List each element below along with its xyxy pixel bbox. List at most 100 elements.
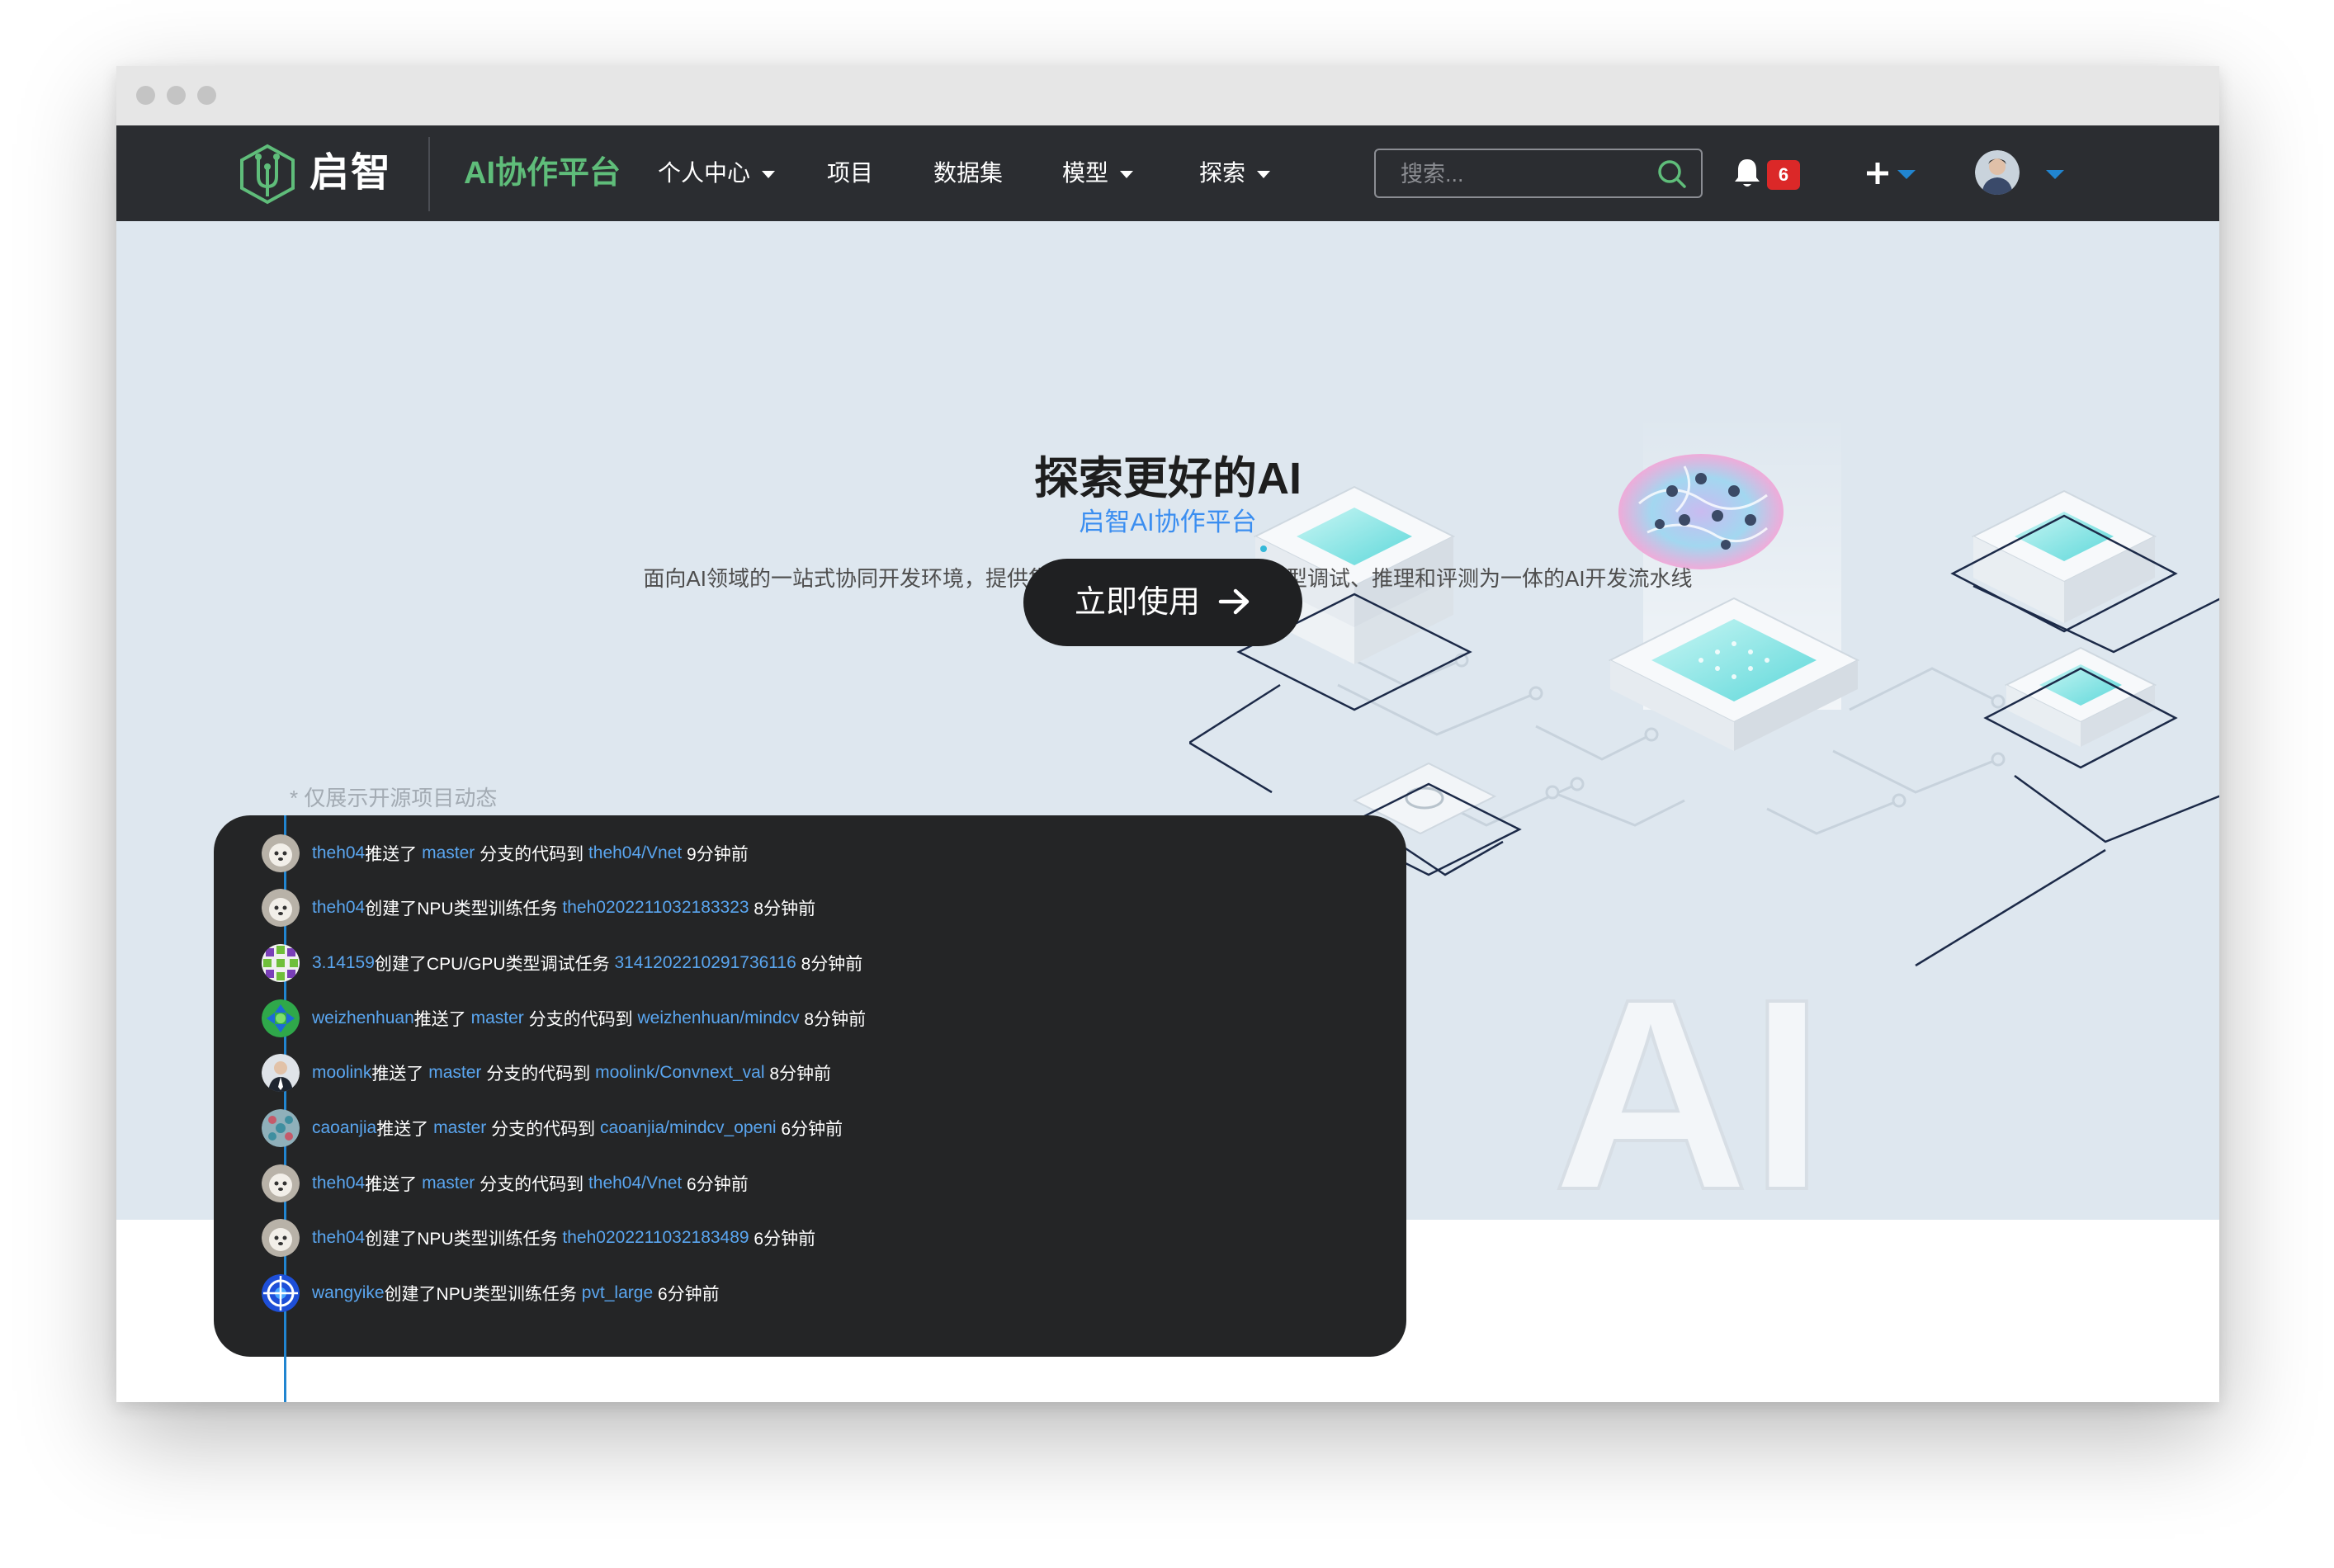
activity-mid-text: 分支的代码到 (523, 1010, 638, 1029)
activity-user-link[interactable]: theh04 (312, 898, 365, 918)
activity-target-link[interactable]: pvt_large (582, 1283, 653, 1303)
window-close-dot[interactable] (136, 86, 155, 105)
activity-item: theh04 创建了NPU类型训练任务 theh0202211032183489 … (262, 1219, 815, 1257)
activity-user-link[interactable]: wangyike (312, 1283, 385, 1303)
activity-avatar[interactable] (262, 889, 300, 927)
activity-action-text: 推送了 (365, 1175, 423, 1194)
activity-action-text: 推送了 (365, 845, 423, 864)
browser-window: 启智 AI协作平台 个人中心 项目 数据集 模型 探索 6 (116, 66, 2219, 1402)
activity-time: 8分钟前 (796, 955, 863, 974)
activity-avatar[interactable] (262, 999, 300, 1037)
notification-badge[interactable]: 6 (1767, 160, 1800, 190)
top-navbar: 启智 AI协作平台 个人中心 项目 数据集 模型 探索 6 (116, 125, 2219, 221)
activity-user-link[interactable]: 3.14159 (312, 953, 375, 973)
activity-branch-link[interactable]: master (471, 1008, 524, 1028)
activity-user-link[interactable]: theh04 (312, 1228, 365, 1248)
activity-target-link[interactable]: theh04/Vnet (588, 1174, 682, 1193)
feed-note: * 仅展示开源项目动态 (290, 786, 498, 810)
nav-item-projects[interactable]: 项目 (827, 153, 873, 193)
activity-item: caoanjia 推送了 master 分支的代码到 caoanjia/mindc… (262, 1109, 843, 1147)
activity-mid-text: 分支的代码到 (481, 1065, 596, 1084)
activity-avatar[interactable] (262, 944, 300, 982)
activity-mid-text: 分支的代码到 (475, 1175, 588, 1194)
create-caret-down-icon[interactable] (1897, 170, 1916, 179)
activity-time: 8分钟前 (799, 1010, 867, 1029)
activity-target-link[interactable]: caoanjia/mindcv_openi (600, 1118, 777, 1138)
activity-time: 6分钟前 (653, 1285, 720, 1304)
activity-avatar[interactable] (262, 1219, 300, 1257)
activity-avatar[interactable] (262, 1164, 300, 1202)
activity-branch-link[interactable]: master (428, 1063, 481, 1083)
activity-target-link[interactable]: theh04/Vnet (588, 843, 682, 863)
nav-item-models[interactable]: 模型 (1062, 153, 1134, 193)
activity-action-text: 推送了 (413, 1010, 471, 1029)
activity-branch-link[interactable]: master (433, 1118, 486, 1138)
activity-time: 6分钟前 (682, 1175, 749, 1194)
ai-illustration-text: AI (1552, 942, 1825, 1246)
activity-item: moolink 推送了 master 分支的代码到 moolink/Convnex… (262, 1054, 831, 1092)
nav-item-explore[interactable]: 探索 (1199, 153, 1271, 193)
activity-avatar[interactable] (262, 1274, 300, 1312)
activity-mid-text: 分支的代码到 (475, 845, 588, 864)
activity-user-link[interactable]: moolink (312, 1063, 371, 1083)
activity-target-link[interactable]: moolink/Convnext_val (595, 1063, 764, 1083)
activity-avatar[interactable] (262, 1109, 300, 1147)
logo-divider (428, 137, 430, 211)
user-menu-caret-icon[interactable] (2046, 170, 2064, 179)
window-titlebar (116, 66, 2219, 125)
nav-item-label: 探索 (1199, 160, 1246, 186)
hero-subtitle: 启智AI协作平台 (1079, 508, 1257, 536)
activity-time: 8分钟前 (749, 900, 816, 919)
activity-target-link[interactable]: theh0202211032183323 (562, 898, 749, 918)
activity-item: theh04 推送了 master 分支的代码到 theh04/Vnet 6分钟前 (262, 1164, 749, 1202)
user-avatar[interactable] (1975, 150, 2020, 195)
activity-action-text: 创建了CPU/GPU类型调试任务 (374, 955, 615, 974)
caret-down-icon (1120, 171, 1134, 179)
nav-item-personal-center[interactable]: 个人中心 (658, 153, 776, 193)
search-icon[interactable] (1656, 158, 1688, 190)
activity-user-link[interactable]: theh04 (312, 843, 365, 863)
arrow-right-icon (1218, 588, 1250, 615)
activity-target-link[interactable]: weizhenhuan/mindcv (637, 1008, 799, 1028)
activity-user-link[interactable]: caoanjia (312, 1118, 376, 1138)
activity-avatar[interactable] (262, 834, 300, 872)
activity-item: wangyike 创建了NPU类型训练任务 pvt_large 6分钟前 (262, 1274, 720, 1312)
logo-text[interactable]: 启智 (309, 147, 392, 200)
window-maximize-dot[interactable] (197, 86, 216, 105)
search-box (1374, 149, 1703, 198)
activity-user-link[interactable]: theh04 (312, 1174, 365, 1193)
activity-mid-text: 分支的代码到 (486, 1120, 600, 1139)
nav-item-datasets[interactable]: 数据集 (933, 153, 1003, 193)
start-using-button[interactable]: 立即使用 (1023, 559, 1302, 646)
openi-logo-icon[interactable] (239, 144, 296, 205)
activity-item: weizhenhuan 推送了 master 分支的代码到 weizhenhuan… (262, 999, 866, 1037)
bell-icon[interactable] (1732, 157, 1762, 190)
search-input[interactable] (1399, 150, 1650, 198)
caret-down-icon (762, 171, 776, 179)
activity-target-link[interactable]: theh0202211032183489 (562, 1228, 749, 1248)
caret-down-icon (1257, 171, 1271, 179)
activity-item: theh04 推送了 master 分支的代码到 theh04/Vnet 9分钟前 (262, 834, 749, 872)
activity-user-link[interactable]: weizhenhuan (312, 1008, 414, 1028)
activity-avatar[interactable] (262, 1054, 300, 1092)
window-minimize-dot[interactable] (167, 86, 186, 105)
activity-time: 6分钟前 (776, 1120, 843, 1139)
activity-item: theh04 创建了NPU类型训练任务 theh0202211032183323 … (262, 889, 815, 927)
activity-time: 9分钟前 (682, 845, 749, 864)
activity-action-text: 推送了 (376, 1120, 434, 1139)
plus-icon[interactable] (1864, 160, 1891, 187)
activity-branch-link[interactable]: master (422, 1174, 475, 1193)
activity-action-text: 创建了NPU类型训练任务 (365, 900, 563, 919)
activity-action-text: 创建了NPU类型训练任务 (365, 1230, 563, 1249)
nav-item-label: 数据集 (933, 160, 1004, 186)
nav-item-label: 个人中心 (658, 160, 751, 186)
activity-action-text: 创建了NPU类型训练任务 (384, 1285, 582, 1304)
cta-label: 立即使用 (1074, 585, 1200, 620)
activity-item: 3.14159 创建了CPU/GPU类型调试任务 3141202210291736… (262, 944, 862, 982)
activity-target-link[interactable]: 3141202210291736116 (614, 953, 796, 973)
activity-time: 6分钟前 (749, 1230, 816, 1249)
activity-branch-link[interactable]: master (422, 843, 475, 863)
nav-item-label: 模型 (1062, 160, 1109, 186)
brand-name[interactable]: AI协作平台 (464, 150, 621, 196)
hero-title: 探索更好的AI (1034, 454, 1302, 503)
